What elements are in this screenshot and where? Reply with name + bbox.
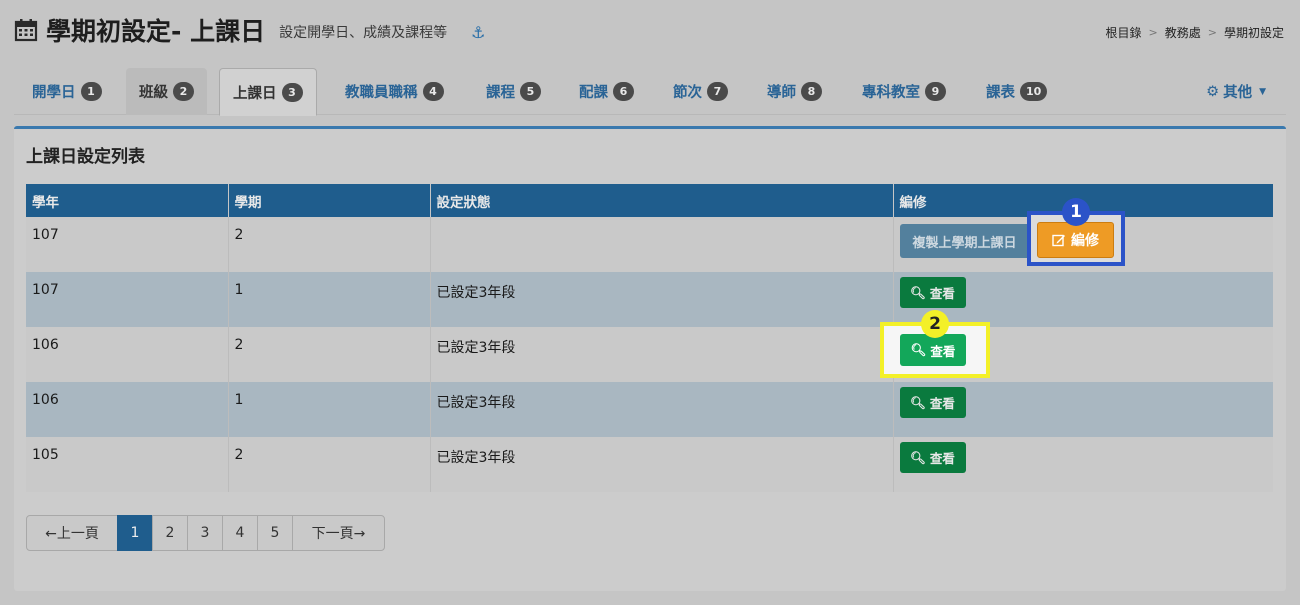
cell-semester: 2 — [228, 217, 431, 272]
search-icon: 🔍︎ — [910, 394, 926, 410]
cell-year: 107 — [26, 272, 229, 327]
breadcrumb-separator: > — [1207, 26, 1217, 39]
tab-start-date[interactable]: 開學日 1 — [19, 68, 115, 115]
tab-badge: 2 — [173, 82, 194, 101]
gear-icon: ⚙ — [1206, 83, 1220, 100]
step-marker-1: 1 — [1062, 198, 1090, 226]
cell-year: 106 — [26, 327, 229, 382]
edit-icon — [1052, 234, 1065, 247]
search-icon: 🔍︎ — [910, 449, 926, 465]
caret-down-icon: ▼ — [1259, 86, 1266, 97]
pagination: ←上一頁 1 2 3 4 5 下一頁→ — [26, 515, 385, 551]
calendar-icon — [14, 19, 38, 42]
breadcrumb-item-root[interactable]: 根目錄 — [1106, 24, 1142, 41]
tab-label: 配課 — [579, 85, 608, 101]
cell-status: 已設定3年段 — [430, 437, 894, 492]
next-page-button[interactable]: 下一頁→ — [292, 515, 385, 551]
cell-semester: 2 — [228, 327, 431, 382]
search-icon: 🔍︎ — [910, 284, 926, 300]
anchor-icon[interactable]: ⚓ — [471, 23, 485, 42]
prev-page-button[interactable]: ←上一頁 — [26, 515, 118, 551]
view-button-label: 查看 — [929, 451, 955, 466]
tab-bar: 開學日 1 班級 2 上課日 3 教職員職稱 4 課程 5 配課 6 節次 7 導師 8 專科教… — [14, 68, 1286, 116]
tab-courses[interactable]: 課程 5 — [473, 68, 554, 115]
other-dropdown-label: 其他 — [1223, 85, 1253, 101]
page-4-button[interactable]: 4 — [222, 515, 258, 551]
cell-year: 107 — [26, 217, 229, 272]
breadcrumb-item-semester-setup: 學期初設定 — [1223, 26, 1284, 40]
cell-status: 已設定3年段 — [430, 272, 894, 327]
column-header-semester: 學期 — [228, 184, 431, 217]
tab-timetable[interactable]: 課表 10 — [973, 68, 1060, 115]
other-dropdown[interactable]: ⚙ 其他 ▼ — [1206, 68, 1266, 115]
tab-badge: 10 — [1020, 82, 1048, 101]
tab-label: 節次 — [673, 85, 702, 101]
tab-label: 課表 — [986, 85, 1015, 101]
cell-actions: 🔍︎ 查看 — [893, 382, 1273, 437]
tab-periods[interactable]: 節次 7 — [660, 68, 741, 115]
tab-class[interactable]: 班級 2 — [126, 68, 207, 115]
cell-status: 已設定3年段 — [430, 327, 894, 382]
cell-actions: 🔍︎ 查看 — [893, 272, 1273, 327]
tab-badge: 8 — [801, 82, 822, 101]
cell-year: 105 — [26, 437, 229, 492]
view-button[interactable]: 🔍︎ 查看 — [899, 277, 966, 308]
tab-label: 開學日 — [32, 85, 76, 101]
tab-badge: 5 — [520, 82, 541, 101]
tab-badge: 9 — [925, 82, 946, 101]
cell-semester: 1 — [228, 382, 431, 437]
page-1-button[interactable]: 1 — [117, 515, 153, 551]
page-3-button[interactable]: 3 — [187, 515, 223, 551]
cell-semester: 2 — [228, 437, 431, 492]
tab-label: 班級 — [139, 85, 168, 101]
breadcrumb-separator: > — [1148, 26, 1158, 39]
view-button[interactable]: 🔍︎ 查看 — [899, 387, 966, 418]
tab-label: 上課日 — [233, 85, 277, 102]
table-row: 105 2 已設定3年段 🔍︎ 查看 — [26, 437, 1273, 492]
table-row: 106 2 已設定3年段 — [26, 327, 1273, 382]
cell-semester: 1 — [228, 272, 431, 327]
breadcrumb: 根目錄 > 教務處 > 學期初設定 — [1106, 24, 1284, 41]
view-button-label: 查看 — [930, 343, 956, 359]
column-header-status: 設定狀態 — [430, 184, 894, 217]
view-button-highlighted[interactable]: 🔍︎ 查看 — [900, 334, 966, 366]
breadcrumb-item-academic-affairs[interactable]: 教務處 — [1165, 24, 1201, 41]
table-row: 107 1 已設定3年段 🔍︎ 查看 — [26, 272, 1273, 327]
tab-course-assignment[interactable]: 配課 6 — [566, 68, 647, 115]
tab-label: 導師 — [767, 85, 796, 101]
tab-special-classrooms[interactable]: 專科教室 9 — [849, 68, 959, 115]
tab-badge: 1 — [80, 82, 102, 101]
tab-label: 課程 — [486, 85, 515, 101]
search-icon: 🔍︎ — [910, 342, 927, 357]
page-subtitle: 設定開學日、成績及課程等 — [279, 25, 448, 41]
view-button[interactable]: 🔍︎ 查看 — [899, 442, 966, 473]
tab-badge: 3 — [281, 82, 303, 102]
tab-school-days[interactable]: 上課日 3 — [219, 68, 317, 116]
page-5-button[interactable]: 5 — [257, 515, 293, 551]
edit-button-label: 編修 — [1071, 233, 1099, 249]
view-button-label: 查看 — [929, 286, 955, 301]
copy-previous-semester-button[interactable]: 複製上學期上課日 — [899, 224, 1034, 258]
panel-title: 上課日設定列表 — [26, 147, 145, 167]
tab-homeroom-teachers[interactable]: 導師 8 — [754, 68, 835, 115]
cell-status: 已設定3年段 — [430, 382, 894, 437]
tab-label: 教職員職稱 — [345, 85, 418, 101]
view-button-label: 查看 — [929, 396, 955, 411]
cell-year: 106 — [26, 382, 229, 437]
tab-badge: 6 — [613, 82, 634, 101]
tab-label: 專科教室 — [862, 85, 920, 101]
cell-actions: 🔍︎ 查看 — [893, 437, 1273, 492]
column-header-year: 學年 — [26, 184, 229, 217]
edit-button[interactable]: 編修 — [1037, 222, 1114, 258]
step-marker-2: 2 — [921, 310, 949, 338]
page-header: 學期初設定- 上課日 設定開學日、成績及課程等 ⚓ — [14, 12, 485, 48]
tab-staff-titles[interactable]: 教職員職稱 4 — [332, 68, 457, 115]
tab-badge: 4 — [422, 82, 444, 101]
cell-status — [430, 217, 894, 272]
table-row: 106 1 已設定3年段 🔍︎ 查看 — [26, 382, 1273, 437]
page-2-button[interactable]: 2 — [152, 515, 188, 551]
tab-badge: 7 — [707, 82, 728, 101]
page-title: 學期初設定- 上課日 — [46, 17, 266, 46]
